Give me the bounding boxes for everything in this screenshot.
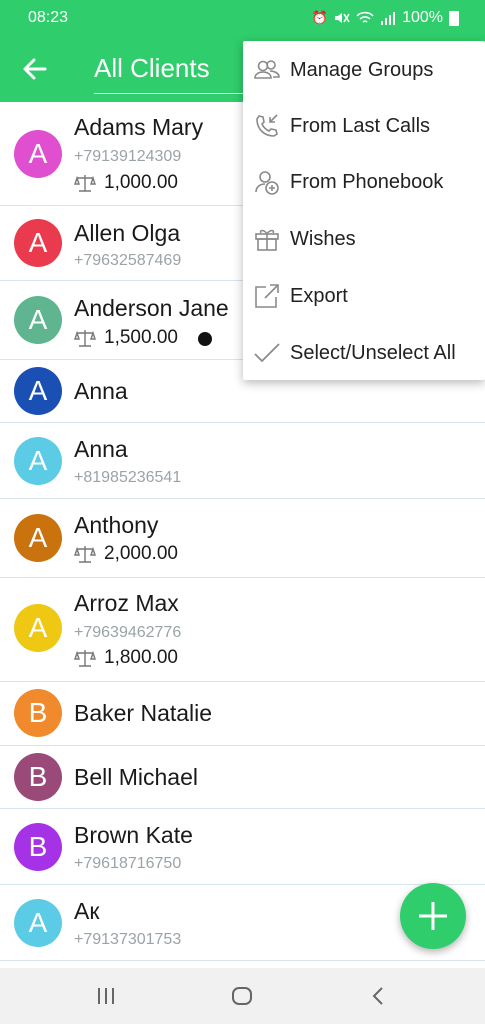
avatar: A bbox=[14, 130, 62, 178]
client-phone: +79137301753 bbox=[74, 931, 182, 948]
battery-icon bbox=[449, 10, 459, 26]
menu-item-label: From Last Calls bbox=[290, 114, 431, 137]
menu-item-label: Select/Unselect All bbox=[290, 341, 456, 364]
client-name: Arroz Max bbox=[74, 590, 179, 616]
add-client-button[interactable] bbox=[400, 883, 466, 949]
client-row[interactable]: A Anna +81985236541 bbox=[0, 423, 485, 499]
signal-icon bbox=[381, 12, 396, 25]
client-name: Baker Natalie bbox=[74, 700, 213, 726]
client-phone: +79632587469 bbox=[74, 252, 182, 269]
menu-item-label: Manage Groups bbox=[290, 58, 434, 81]
client-name: Anderson Jane bbox=[74, 295, 229, 321]
avatar: A bbox=[14, 219, 62, 267]
client-balance: 1,000.00 bbox=[74, 172, 178, 194]
avatar: A bbox=[14, 367, 62, 415]
client-phone: +81985236541 bbox=[74, 469, 182, 486]
mute-icon bbox=[335, 13, 350, 23]
scale-icon bbox=[74, 650, 96, 667]
balance-value: 2,000.00 bbox=[104, 543, 178, 564]
avatar: A bbox=[14, 296, 62, 344]
add-contact-icon bbox=[255, 171, 279, 195]
menu-item-select-all[interactable]: Select/Unselect All bbox=[243, 325, 485, 381]
client-name: Anna bbox=[74, 436, 128, 462]
avatar: B bbox=[14, 689, 62, 737]
menu-item-from-last-calls[interactable]: From Last Calls bbox=[243, 98, 485, 154]
home-icon[interactable] bbox=[231, 986, 253, 1006]
scale-icon bbox=[74, 175, 96, 192]
client-row[interactable]: B Bell Michael bbox=[0, 746, 485, 809]
menu-item-manage-groups[interactable]: Manage Groups bbox=[243, 42, 485, 98]
status-icons: ⏰ 100% bbox=[312, 9, 459, 27]
title-field[interactable]: All Clients bbox=[94, 46, 244, 94]
client-name: Adams Mary bbox=[74, 114, 204, 140]
client-name: Bell Michael bbox=[74, 764, 198, 790]
avatar: A bbox=[14, 899, 62, 947]
scale-icon bbox=[74, 330, 96, 347]
alarm-icon: ⏰ bbox=[311, 10, 329, 25]
call-import-icon bbox=[256, 114, 278, 137]
balance-value: 1,500.00 bbox=[104, 327, 178, 348]
status-time: 08:23 bbox=[28, 9, 69, 26]
balance-value: 1,000.00 bbox=[104, 172, 178, 193]
client-phone: +79639462776 bbox=[74, 624, 182, 641]
client-name: Allen Olga bbox=[74, 220, 181, 246]
menu-item-export[interactable]: Export bbox=[243, 268, 485, 324]
menu-item-from-phonebook[interactable]: From Phonebook bbox=[243, 154, 485, 210]
client-name: Anna bbox=[74, 378, 128, 404]
back-button[interactable] bbox=[18, 52, 52, 86]
balance-value: 1,800.00 bbox=[104, 647, 178, 668]
client-phone: +79139124309 bbox=[74, 148, 182, 165]
status-bar: 08:23 ⏰ 100% bbox=[0, 0, 485, 36]
export-icon bbox=[255, 284, 279, 308]
client-name: Ак bbox=[74, 898, 100, 924]
battery-percent: 100% bbox=[402, 9, 443, 26]
menu-item-label: Export bbox=[290, 284, 348, 307]
client-balance: 1,500.00 bbox=[74, 327, 178, 349]
client-row[interactable]: B Baker Natalie bbox=[0, 682, 485, 746]
groups-icon bbox=[254, 60, 280, 79]
client-row[interactable]: A Anthony 2,000.00 bbox=[0, 499, 485, 578]
avatar: A bbox=[14, 514, 62, 562]
overflow-menu: Manage Groups From Last Calls From Phone… bbox=[243, 41, 485, 380]
menu-item-label: From Phonebook bbox=[290, 170, 444, 193]
menu-item-wishes[interactable]: Wishes bbox=[243, 211, 485, 267]
system-nav-bar bbox=[0, 968, 485, 1024]
status-dot bbox=[198, 332, 212, 346]
scale-icon bbox=[74, 546, 96, 563]
gift-icon bbox=[255, 229, 279, 251]
wifi-icon bbox=[356, 11, 374, 23]
menu-item-label: Wishes bbox=[290, 227, 356, 250]
checkmark-icon bbox=[254, 343, 280, 363]
recents-icon[interactable] bbox=[96, 986, 118, 1006]
avatar: A bbox=[14, 437, 62, 485]
client-row[interactable]: B Brown Kate +79618716750 bbox=[0, 809, 485, 885]
client-phone: +79618716750 bbox=[74, 855, 182, 872]
avatar: A bbox=[14, 604, 62, 652]
client-balance: 2,000.00 bbox=[74, 543, 178, 565]
client-name: Anthony bbox=[74, 512, 159, 538]
avatar: B bbox=[14, 753, 62, 801]
client-name: Brown Kate bbox=[74, 822, 193, 848]
back-nav-icon[interactable] bbox=[368, 986, 388, 1006]
avatar: B bbox=[14, 823, 62, 871]
client-balance: 1,800.00 bbox=[74, 647, 178, 669]
client-row[interactable]: A Arroz Max +79639462776 1,800.00 bbox=[0, 578, 485, 682]
page-title: All Clients bbox=[94, 53, 210, 83]
plus-icon bbox=[419, 902, 447, 930]
arrow-left-icon bbox=[23, 58, 47, 80]
